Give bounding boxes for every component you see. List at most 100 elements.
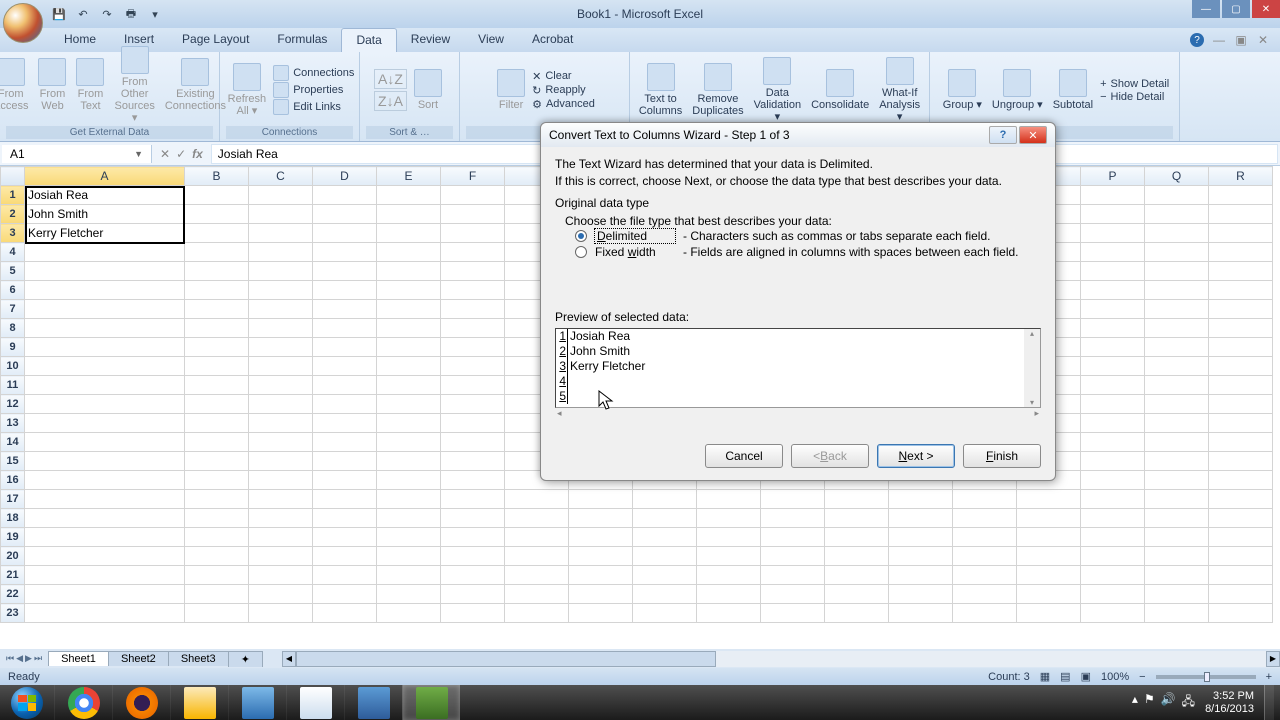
tray-up-icon[interactable]: ▴: [1132, 692, 1138, 713]
row-header-10[interactable]: 10: [1, 357, 25, 376]
sheet-new-icon[interactable]: ✦: [228, 651, 263, 667]
zoom-in-icon[interactable]: +: [1266, 671, 1272, 683]
taskbar-chrome[interactable]: [54, 685, 112, 720]
tab-data[interactable]: Data: [341, 28, 396, 52]
row-header-6[interactable]: 6: [1, 281, 25, 300]
row-header-21[interactable]: 21: [1, 566, 25, 585]
row-header-5[interactable]: 5: [1, 262, 25, 281]
advanced-link[interactable]: ⚙Advanced: [532, 98, 595, 111]
enter-icon[interactable]: ✓: [176, 147, 186, 161]
radio-fixed-width[interactable]: [575, 246, 587, 258]
col-header-B[interactable]: B: [185, 167, 249, 186]
data-validation-button[interactable]: Data Validation ▾: [751, 55, 805, 125]
tray-flag-icon[interactable]: ⚑: [1144, 692, 1155, 713]
doc-restore[interactable]: ▣: [1234, 33, 1248, 47]
name-box[interactable]: A1▼: [2, 145, 152, 163]
ungroup-button[interactable]: Ungroup ▾: [989, 67, 1046, 113]
sheet-first-icon[interactable]: ⏮: [6, 653, 14, 664]
col-header-E[interactable]: E: [377, 167, 441, 186]
preview-vscroll[interactable]: ▴▾: [1024, 329, 1040, 407]
col-header-D[interactable]: D: [313, 167, 377, 186]
tab-view[interactable]: View: [464, 28, 518, 52]
doc-close[interactable]: ✕: [1256, 33, 1270, 47]
tray-network-icon[interactable]: 🖧: [1182, 692, 1195, 713]
row-header-2[interactable]: 2: [1, 205, 25, 224]
row-header-22[interactable]: 22: [1, 585, 25, 604]
doc-minimize[interactable]: —: [1212, 33, 1226, 47]
dialog-help-button[interactable]: ?: [989, 126, 1017, 144]
col-header-A[interactable]: A: [25, 167, 185, 186]
sort-asc-icon[interactable]: A↓Z: [374, 69, 407, 89]
from-access-button[interactable]: From Access: [0, 56, 31, 114]
group-button[interactable]: Group ▾: [940, 67, 985, 113]
subtotal-button[interactable]: Subtotal: [1050, 67, 1096, 113]
window-close[interactable]: ✕: [1252, 0, 1280, 18]
row-header-4[interactable]: 4: [1, 243, 25, 262]
row-header-12[interactable]: 12: [1, 395, 25, 414]
tab-review[interactable]: Review: [397, 28, 464, 52]
taskbar-word[interactable]: [344, 685, 402, 720]
help-icon[interactable]: ?: [1190, 33, 1204, 47]
taskbar-excel[interactable]: [402, 685, 460, 720]
dialog-titlebar[interactable]: Convert Text to Columns Wizard - Step 1 …: [541, 123, 1055, 147]
existing-conn-button[interactable]: Existing Connections: [162, 56, 229, 114]
row-header-8[interactable]: 8: [1, 319, 25, 338]
show-detail-link[interactable]: +Show Detail: [1100, 78, 1169, 90]
connections-link[interactable]: Connections: [273, 65, 354, 81]
col-header-P[interactable]: P: [1081, 167, 1145, 186]
col-header-C[interactable]: C: [249, 167, 313, 186]
refresh-all-button[interactable]: Refresh All ▾: [225, 61, 270, 119]
remove-duplicates-button[interactable]: Remove Duplicates: [689, 61, 746, 119]
edit-links-link[interactable]: Edit Links: [273, 99, 354, 115]
horizontal-scrollbar[interactable]: ◀ ▶: [282, 651, 1280, 667]
radio-delimited-label[interactable]: Delimited: [595, 229, 675, 243]
taskbar-media[interactable]: [228, 685, 286, 720]
scroll-thumb[interactable]: [296, 651, 716, 667]
cell-A1[interactable]: Josiah Rea: [25, 186, 185, 205]
select-all-corner[interactable]: [1, 167, 25, 186]
scroll-right-icon[interactable]: ▶: [1266, 651, 1280, 667]
col-header-R[interactable]: R: [1209, 167, 1273, 186]
scroll-left-icon[interactable]: ◀: [282, 651, 296, 667]
show-desktop-button[interactable]: [1264, 685, 1274, 720]
window-minimize[interactable]: —: [1192, 0, 1220, 18]
whatif-button[interactable]: What-If Analysis ▾: [876, 55, 923, 125]
properties-link[interactable]: Properties: [273, 82, 354, 98]
window-maximize[interactable]: ▢: [1222, 0, 1250, 18]
filter-button[interactable]: Filter: [494, 67, 528, 113]
print-icon[interactable]: 🖶: [122, 5, 140, 23]
row-header-16[interactable]: 16: [1, 471, 25, 490]
sheet-next-icon[interactable]: ▶: [25, 653, 32, 664]
cancel-icon[interactable]: ✕: [160, 147, 170, 161]
tab-formulas[interactable]: Formulas: [263, 28, 341, 52]
row-header-7[interactable]: 7: [1, 300, 25, 319]
from-other-button[interactable]: From Other Sources ▾: [111, 44, 157, 126]
row-header-15[interactable]: 15: [1, 452, 25, 471]
dialog-close-button[interactable]: ✕: [1019, 126, 1047, 144]
sheet-tab-3[interactable]: Sheet3: [168, 651, 229, 666]
cancel-button[interactable]: Cancel: [705, 444, 783, 468]
row-header-14[interactable]: 14: [1, 433, 25, 452]
sheet-last-icon[interactable]: ⏭: [34, 653, 42, 664]
consolidate-button[interactable]: Consolidate: [808, 67, 872, 113]
zoom-level[interactable]: 100%: [1101, 671, 1129, 683]
office-button[interactable]: [3, 3, 43, 43]
from-web-button[interactable]: From Web: [35, 56, 69, 114]
row-header-19[interactable]: 19: [1, 528, 25, 547]
view-layout-icon[interactable]: ▤: [1060, 670, 1070, 683]
taskbar-firefox[interactable]: [112, 685, 170, 720]
sheet-tab-1[interactable]: Sheet1: [48, 651, 109, 666]
cell-A2[interactable]: John Smith: [25, 205, 185, 224]
row-header-3[interactable]: 3: [1, 224, 25, 243]
chevron-down-icon[interactable]: ▼: [134, 149, 143, 159]
taskbar-notepad[interactable]: [286, 685, 344, 720]
cell-A3[interactable]: Kerry Fletcher: [25, 224, 185, 243]
row-header-1[interactable]: 1: [1, 186, 25, 205]
finish-button[interactable]: Finish: [963, 444, 1041, 468]
preview-hscroll[interactable]: ◂▸: [555, 408, 1041, 422]
tray-volume-icon[interactable]: 🔊: [1161, 692, 1176, 713]
row-header-13[interactable]: 13: [1, 414, 25, 433]
row-header-20[interactable]: 20: [1, 547, 25, 566]
sort-desc-icon[interactable]: Z↓A: [374, 91, 407, 111]
from-text-button[interactable]: From Text: [73, 56, 107, 114]
